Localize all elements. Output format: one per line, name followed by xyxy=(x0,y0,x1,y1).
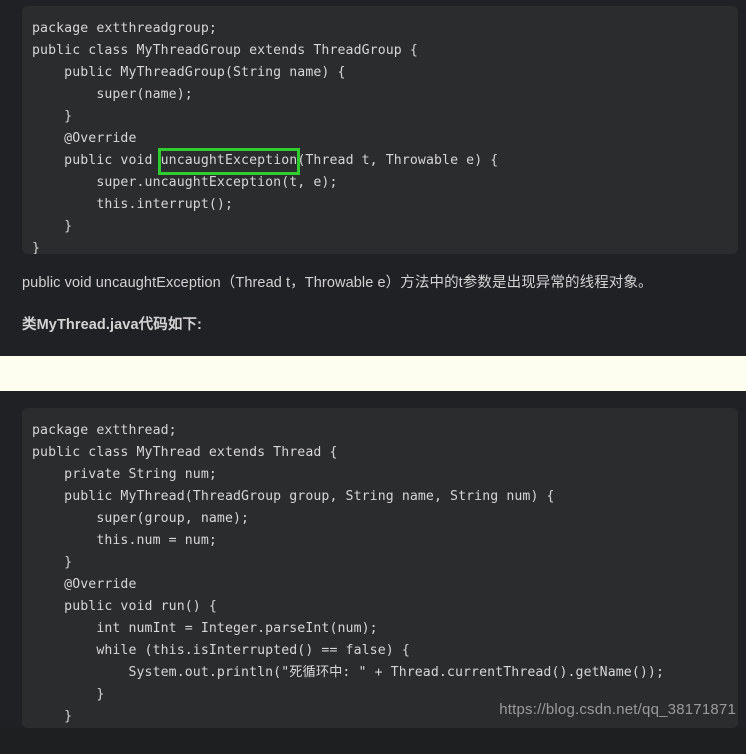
section-bottom-spacer xyxy=(0,336,746,356)
code-line: } xyxy=(32,109,73,124)
code-line: public class MyThread extends Thread { xyxy=(32,445,338,460)
section-divider-band xyxy=(0,356,746,391)
code-line: package extthread; xyxy=(32,423,177,438)
article-section-top: package extthreadgroup; public class MyTh… xyxy=(0,0,746,356)
code-line: super(group, name); xyxy=(32,511,250,526)
prose-paragraph-1: public void uncaughtException（Thread t，T… xyxy=(22,275,653,291)
code-line: super.uncaughtException(t, e); xyxy=(32,175,338,190)
code-block-mythread[interactable]: package extthread; public class MyThread … xyxy=(22,408,738,728)
page-root: package extthreadgroup; public class MyTh… xyxy=(0,0,746,754)
code-line: public MyThreadGroup(String name) { xyxy=(32,65,346,80)
code-line: public void run() { xyxy=(32,599,217,614)
code-line: } xyxy=(32,241,41,254)
watermark-text: https://blog.csdn.net/qq_38171871 xyxy=(499,701,736,718)
code-line-prefix: public void xyxy=(32,153,161,168)
prose-paragraph-2: 类MyThread.java代码如下: xyxy=(22,317,202,333)
code-line: @Override xyxy=(32,577,137,592)
code-line: int numInt = Integer.parseInt(num); xyxy=(32,621,378,636)
code-line-suffix: (Thread t, Throwable e) { xyxy=(297,153,499,168)
code-line: public class MyThreadGroup extends Threa… xyxy=(32,43,418,58)
code-line: private String num; xyxy=(32,467,217,482)
code-line: System.out.println("死循环中: " + Thread.cur… xyxy=(32,665,664,680)
code-content-2: package extthread; public class MyThread … xyxy=(32,420,738,728)
code-line: super(name); xyxy=(32,87,193,102)
code-line: } xyxy=(32,555,73,570)
article-section-bottom: package extthread; public class MyThread … xyxy=(0,391,746,728)
code-line: } xyxy=(32,219,73,234)
code-line: while (this.isInterrupted() == false) { xyxy=(32,643,410,658)
code-content-1: package extthreadgroup; public class MyTh… xyxy=(32,18,738,254)
code-line: @Override xyxy=(32,131,137,146)
uncaught-exception-highlight-box[interactable]: uncaughtException xyxy=(157,148,301,175)
code-block-threadgroup[interactable]: package extthreadgroup; public class MyTh… xyxy=(22,6,738,254)
code-line-highlighted: public void uncaughtException(Thread t, … xyxy=(32,148,738,175)
code-line: public MyThread(ThreadGroup group, Strin… xyxy=(32,489,555,504)
code-line: package extthreadgroup; xyxy=(32,21,217,36)
code-line: this.interrupt(); xyxy=(32,197,233,212)
code-line: this.num = num; xyxy=(32,533,217,548)
section-top-spacer xyxy=(0,394,746,408)
